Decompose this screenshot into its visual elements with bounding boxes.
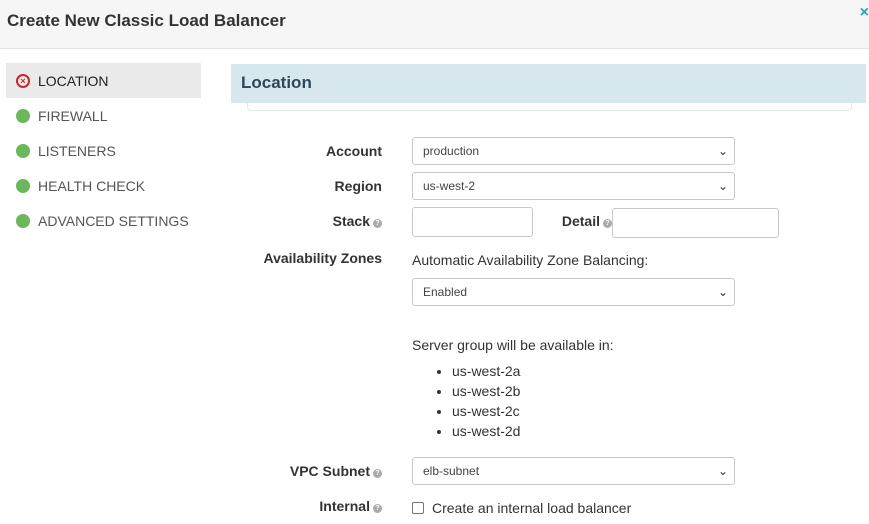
zone-list: us-west-2a us-west-2b us-west-2c us-west… (432, 362, 520, 442)
az-balancing-select[interactable]: Enabled ⌄ (412, 278, 735, 306)
account-select[interactable]: production ⌄ (412, 137, 735, 165)
status-ok-icon (16, 213, 30, 228)
list-item: us-west-2d (452, 422, 520, 442)
nav-item-label: LOCATION (38, 72, 109, 89)
help-icon[interactable]: ? (373, 219, 382, 228)
error-icon: × (16, 73, 30, 88)
close-icon[interactable]: × (860, 4, 869, 22)
chevron-down-icon: ⌄ (717, 285, 728, 299)
help-icon[interactable]: ? (373, 469, 382, 478)
stack-label: Stack? (300, 213, 382, 229)
nav-item-health-check[interactable]: HEALTH CHECK (6, 168, 201, 203)
account-label: Account (326, 143, 382, 159)
status-ok-icon (16, 108, 30, 123)
nav-item-location[interactable]: × LOCATION (6, 63, 201, 98)
status-ok-icon (16, 178, 30, 193)
availability-zones-label: Availability Zones (263, 250, 382, 266)
section-title: Location (241, 73, 312, 92)
section-header: Location (231, 64, 866, 103)
help-icon[interactable]: ? (603, 219, 612, 228)
nav-item-label: ADVANCED SETTINGS (38, 212, 189, 229)
account-value: production (423, 144, 480, 158)
nav-item-listeners[interactable]: LISTENERS (6, 133, 201, 168)
region-select[interactable]: us-west-2 ⌄ (412, 172, 735, 200)
internal-checkbox-label[interactable]: Create an internal load balancer (432, 500, 631, 516)
internal-label-text: Internal (319, 498, 370, 514)
wizard-nav: × LOCATION FIREWALL LISTENERS HEALTH CHE… (6, 63, 201, 238)
vpc-subnet-select[interactable]: elb-subnet ⌄ (412, 457, 735, 485)
stack-input[interactable] (412, 207, 533, 237)
internal-checkbox[interactable] (412, 502, 424, 514)
detail-input[interactable] (612, 208, 779, 238)
dialog-title: Create New Classic Load Balancer (7, 11, 286, 30)
chevron-down-icon: ⌄ (717, 144, 728, 158)
server-group-text: Server group will be available in: (412, 337, 614, 353)
section-body (247, 103, 852, 111)
status-ok-icon (16, 143, 30, 158)
nav-item-label: LISTENERS (38, 142, 116, 159)
detail-label: Detail? (540, 213, 612, 229)
vpc-subnet-label: VPC Subnet? (280, 463, 382, 479)
chevron-down-icon: ⌄ (717, 464, 728, 478)
internal-label: Internal? (300, 498, 382, 514)
nav-item-label: FIREWALL (38, 107, 108, 124)
az-balancing-text: Automatic Availability Zone Balancing: (412, 252, 649, 268)
vpc-subnet-label-text: VPC Subnet (289, 463, 370, 479)
nav-item-advanced-settings[interactable]: ADVANCED SETTINGS (6, 203, 201, 238)
list-item: us-west-2b (452, 382, 520, 402)
list-item: us-west-2a (452, 362, 520, 382)
region-label: Region (334, 178, 382, 194)
nav-item-firewall[interactable]: FIREWALL (6, 98, 201, 133)
detail-label-text: Detail (561, 213, 600, 229)
region-value: us-west-2 (423, 179, 476, 193)
stack-label-text: Stack (332, 213, 370, 229)
az-balancing-value: Enabled (423, 285, 468, 299)
dialog-header: Create New Classic Load Balancer × (0, 0, 869, 49)
help-icon[interactable]: ? (373, 504, 382, 513)
vpc-subnet-value: elb-subnet (423, 464, 480, 478)
nav-item-label: HEALTH CHECK (38, 177, 146, 194)
list-item: us-west-2c (452, 402, 520, 422)
chevron-down-icon: ⌄ (717, 179, 728, 193)
